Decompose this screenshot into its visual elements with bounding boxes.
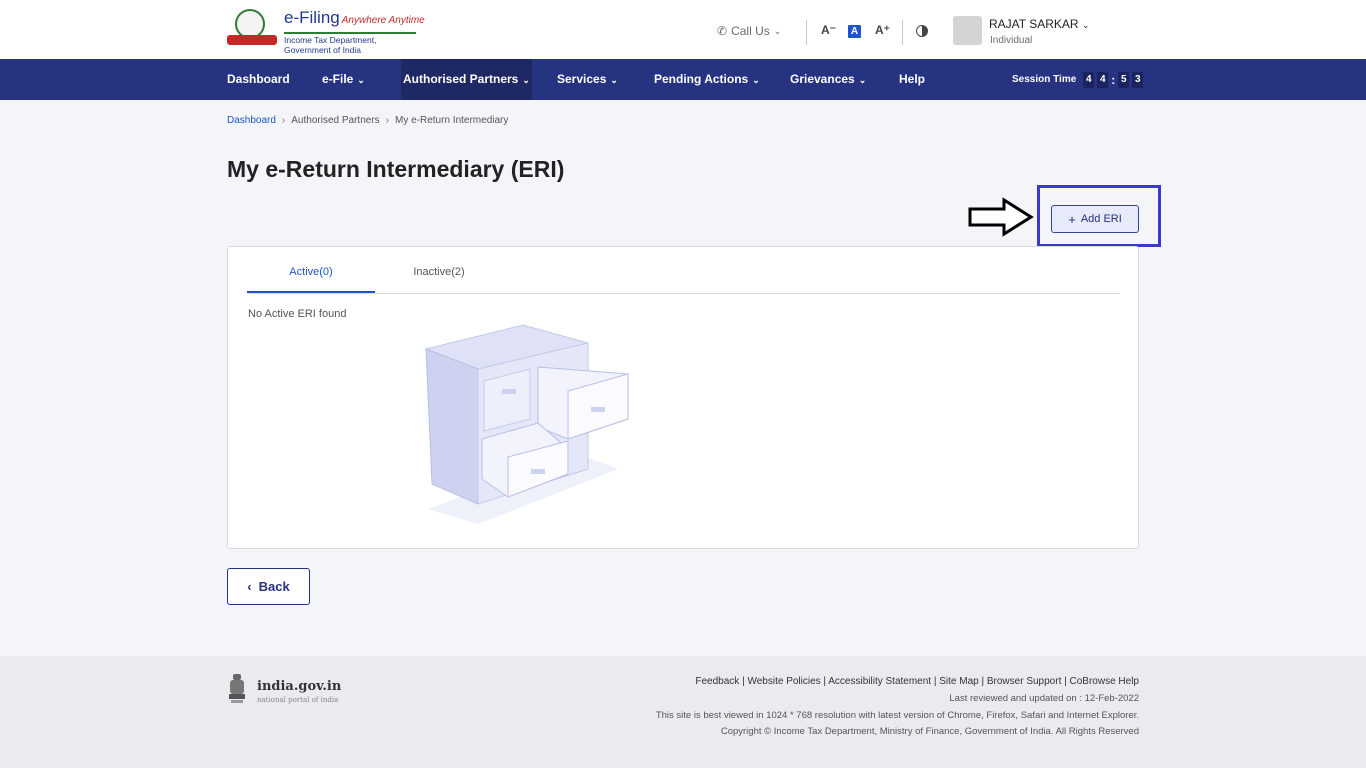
chevron-down-icon: ⌄ (610, 75, 618, 85)
india-gov-subtitle: national portal of india (257, 696, 339, 704)
chevron-down-icon: ⌄ (1081, 20, 1090, 30)
efiling-logo[interactable]: e-Filing Anywhere Anytime Income Tax Depa… (227, 9, 425, 55)
font-increase-button[interactable]: A⁺ (875, 23, 890, 37)
footer-link-website-policies[interactable]: Website Policies (747, 676, 820, 687)
national-emblem-icon (229, 674, 245, 703)
breadcrumb-current: My e-Return Intermediary (395, 115, 509, 126)
call-us-dropdown[interactable]: ✆ Call Us ⌄ (717, 24, 781, 38)
session-digit: 4 (1083, 71, 1095, 88)
best-viewed-note: This site is best viewed in 1024 * 768 r… (655, 710, 1139, 721)
back-label: Back (258, 579, 290, 594)
footer-link-feedback[interactable]: Feedback (695, 676, 739, 687)
logo-title: e-Filing Anywhere Anytime (284, 8, 425, 27)
contrast-toggle-icon[interactable] (916, 25, 928, 37)
india-gov-brand[interactable]: india.gov.in (257, 679, 341, 694)
session-timer: Session Time 4 4 : 5 3 (1012, 59, 1144, 100)
tab-active[interactable]: Active(0) (247, 266, 375, 293)
empty-cabinet-illustration (424, 324, 629, 524)
pointer-arrow-icon (968, 197, 1034, 237)
font-decrease-button[interactable]: A⁻ (821, 23, 836, 37)
plus-icon: + (1068, 211, 1076, 227)
chevron-down-icon: ⌄ (858, 75, 867, 85)
copyright: Copyright © Income Tax Department, Minis… (720, 726, 1139, 737)
breadcrumb-authorised-partners[interactable]: Authorised Partners (291, 115, 379, 126)
divider (806, 20, 807, 45)
breadcrumb-dashboard[interactable]: Dashboard (227, 115, 276, 126)
font-default-button[interactable]: A (848, 25, 861, 38)
session-label: Session Time (1012, 74, 1077, 85)
nav-authorised-partners[interactable]: Authorised Partners ⌄ (401, 59, 532, 100)
session-digit: 4 (1097, 71, 1109, 88)
chevron-right-icon: › (281, 115, 286, 126)
last-reviewed: Last reviewed and updated on : 12-Feb-20… (949, 693, 1139, 704)
user-name: RAJAT SARKAR (989, 17, 1079, 31)
empty-state-message: No Active ERI found (248, 308, 347, 320)
main-nav: Dashboard e-File ⌄ Authorised Partners ⌄ S… (0, 59, 1366, 100)
logo-subtitle: Income Tax Department, Government of Ind… (284, 32, 416, 55)
session-digit: 5 (1118, 71, 1130, 88)
tab-inactive[interactable]: Inactive(2) (375, 266, 503, 293)
eri-tabs: Active(0) Inactive(2) (247, 247, 1120, 294)
page-title: My e-Return Intermediary (ERI) (227, 156, 565, 182)
footer-link-site-map[interactable]: Site Map (939, 676, 978, 687)
nav-services[interactable]: Services ⌄ (557, 59, 618, 100)
logo-tagline: Anywhere Anytime (341, 15, 425, 26)
footer-link-cobrowse-help[interactable]: CoBrowse Help (1070, 676, 1139, 687)
chevron-left-icon: ‹ (247, 579, 252, 594)
chevron-right-icon: › (385, 115, 389, 126)
footer: india.gov.in national portal of india Fe… (0, 656, 1366, 768)
footer-links: Feedback | Website Policies | Accessibil… (695, 676, 1139, 687)
session-digit: 3 (1132, 71, 1144, 88)
nav-dashboard[interactable]: Dashboard (227, 59, 290, 100)
footer-link-browser-support[interactable]: Browser Support (987, 676, 1061, 687)
nav-pending-actions[interactable]: Pending Actions ⌄ (654, 59, 760, 100)
divider (902, 20, 903, 45)
chevron-down-icon: ⌄ (752, 75, 760, 85)
breadcrumb: Dashboard › Authorised Partners › My e-R… (227, 115, 508, 126)
chevron-down-icon: ⌄ (522, 75, 530, 85)
call-us-label: Call Us (731, 24, 770, 38)
add-eri-button[interactable]: + Add ERI (1051, 205, 1139, 233)
avatar[interactable] (953, 16, 982, 45)
eri-list-card: Active(0) Inactive(2) No Active ERI foun… (227, 246, 1139, 549)
income-tax-emblem-icon (227, 9, 281, 47)
phone-icon: ✆ (717, 24, 728, 38)
user-role: Individual (990, 35, 1033, 46)
back-button[interactable]: ‹ Back (227, 568, 310, 605)
top-header: e-Filing Anywhere Anytime Income Tax Depa… (0, 0, 1366, 59)
user-menu[interactable]: RAJAT SARKAR ⌄ (989, 17, 1089, 31)
nav-help[interactable]: Help (899, 59, 925, 100)
footer-link-accessibility[interactable]: Accessibility Statement (828, 676, 931, 687)
add-eri-label: Add ERI (1080, 213, 1122, 225)
chevron-down-icon: ⌄ (773, 25, 782, 36)
nav-grievances[interactable]: Grievances ⌄ (790, 59, 866, 100)
session-colon: : (1111, 72, 1116, 87)
chevron-down-icon: ⌄ (357, 75, 365, 85)
nav-e-file[interactable]: e-File ⌄ (322, 59, 365, 100)
